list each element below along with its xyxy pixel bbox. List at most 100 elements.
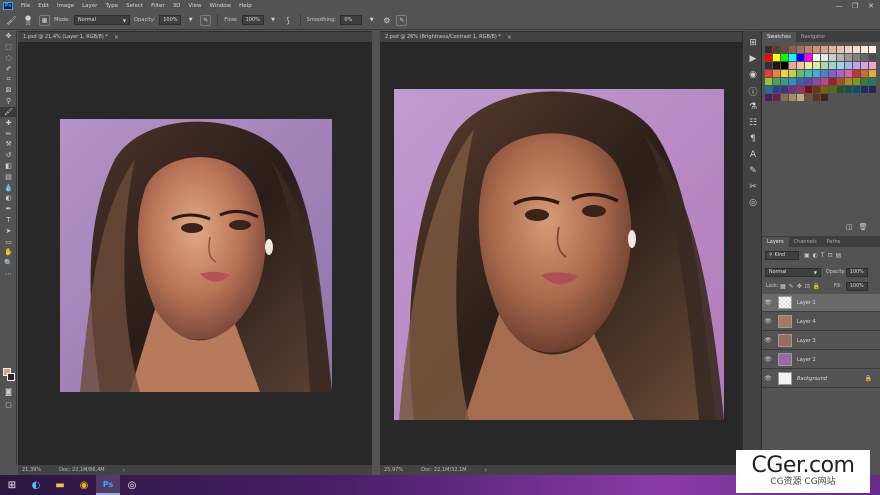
color-swatch[interactable] — [837, 54, 844, 61]
opacity-field[interactable]: 100% — [159, 15, 182, 25]
color-swatch[interactable] — [773, 62, 780, 69]
color-swatch[interactable] — [813, 94, 820, 101]
color-swatch[interactable] — [837, 70, 844, 77]
layer-filter-select[interactable]: ⚲ Kind — [765, 251, 799, 260]
screen-mode-icon[interactable]: ▢ — [0, 400, 17, 411]
close-icon[interactable]: × — [507, 34, 512, 41]
color-swatch[interactable] — [765, 70, 772, 77]
color-swatch[interactable] — [821, 94, 828, 101]
layer-name[interactable]: Layer 2 — [797, 357, 816, 363]
tab-layers[interactable]: Layers — [762, 237, 789, 247]
actions-panel-icon[interactable]: ▶ — [743, 51, 763, 67]
color-swatch[interactable] — [813, 46, 820, 53]
blend-mode-select[interactable]: Normal ▼ — [765, 268, 821, 277]
marquee-tool-icon[interactable]: ⬚ — [0, 42, 17, 53]
color-swatch[interactable] — [821, 86, 828, 93]
trash-icon[interactable]: 🗑 — [859, 223, 868, 231]
gradient-tool-icon[interactable]: ▤ — [0, 171, 17, 182]
color-swatch[interactable] — [861, 70, 868, 77]
color-swatch[interactable] — [789, 94, 796, 101]
gear-icon[interactable]: ⚙ — [381, 15, 392, 26]
menu-filter[interactable]: Filter — [147, 3, 169, 9]
color-swatch[interactable] — [829, 78, 836, 85]
chevron-right-icon[interactable]: › — [485, 467, 487, 474]
color-swatch[interactable] — [845, 62, 852, 69]
color-swatch[interactable] — [869, 62, 876, 69]
new-swatch-icon[interactable]: ◫ — [846, 223, 853, 231]
quick-mask-icon[interactable]: ◙ — [0, 387, 17, 398]
photo-canvas-image[interactable] — [394, 89, 724, 420]
color-swatch[interactable] — [869, 46, 876, 53]
layer-row-layer-4[interactable]: 👁 Layer 4 — [762, 313, 880, 331]
color-swatch[interactable] — [845, 78, 852, 85]
color-swatch[interactable] — [789, 86, 796, 93]
color-swatch[interactable] — [789, 62, 796, 69]
color-swatch[interactable] — [765, 86, 772, 93]
document-tab-2[interactable]: 2.psd @ 26% (Brightness/Contrast 1, RGB/… — [380, 31, 742, 42]
menu-help[interactable]: Help — [235, 3, 256, 9]
eye-icon[interactable]: 👁 — [762, 356, 774, 363]
color-swatch[interactable] — [829, 54, 836, 61]
smoothing-field[interactable]: 0% — [340, 15, 363, 25]
canvas-area-2[interactable] — [380, 42, 742, 465]
layer-row-background[interactable]: 👁 Background 🔒 — [762, 370, 880, 388]
color-swatch[interactable] — [869, 54, 876, 61]
color-swatch[interactable] — [773, 94, 780, 101]
layer-filter-icons[interactable]: ▣◐T⊡▤ — [804, 252, 844, 259]
color-swatch[interactable] — [805, 62, 812, 69]
color-swatch[interactable] — [781, 86, 788, 93]
color-swatch[interactable] — [861, 78, 868, 85]
color-swatch[interactable] — [845, 54, 852, 61]
color-swatch[interactable] — [805, 86, 812, 93]
blur-tool-icon[interactable]: 💧 — [0, 182, 17, 193]
chevron-right-icon[interactable]: › — [123, 467, 125, 474]
dodge-tool-icon[interactable]: ◐ — [0, 193, 17, 204]
mode-select[interactable]: Normal ▼ — [73, 15, 130, 25]
color-swatch[interactable] — [837, 78, 844, 85]
color-swatch[interactable] — [813, 62, 820, 69]
more-tools-icon[interactable]: ⋯ — [0, 269, 17, 280]
color-swatch[interactable] — [869, 86, 876, 93]
flow-field[interactable]: 100% — [241, 15, 264, 25]
color-swatch[interactable] — [805, 54, 812, 61]
color-swatch[interactable] — [797, 46, 804, 53]
color-swatch[interactable] — [861, 62, 868, 69]
color-swatch[interactable] — [821, 46, 828, 53]
crop-tool-icon[interactable]: ⌗ — [0, 74, 17, 85]
tool-presets-panel-icon[interactable]: ✂ — [743, 179, 763, 195]
rectangle-tool-icon[interactable]: ▭ — [0, 236, 17, 247]
color-swatch[interactable] — [853, 46, 860, 53]
brushes-panel-icon[interactable]: ✎ — [743, 163, 763, 179]
color-swatch[interactable] — [789, 70, 796, 77]
close-window-button[interactable]: ✕ — [864, 0, 878, 11]
color-swatch[interactable] — [789, 78, 796, 85]
layer-row-layer-3[interactable]: 👁 Layer 3 — [762, 332, 880, 350]
chevron-down-icon[interactable]: ▼ — [185, 15, 196, 26]
color-swatch[interactable] — [845, 46, 852, 53]
chevron-down-icon[interactable]: ▼ — [366, 15, 377, 26]
color-swatch[interactable] — [765, 62, 772, 69]
color-swatch[interactable] — [829, 62, 836, 69]
brush-tool-icon[interactable]: 🖌 — [0, 106, 17, 118]
quick-select-tool-icon[interactable]: ✐ — [0, 63, 17, 74]
color-swatch[interactable] — [869, 78, 876, 85]
zoom-level[interactable]: 21,39% — [22, 467, 41, 473]
color-swatch[interactable] — [821, 62, 828, 69]
color-swatch[interactable] — [805, 94, 812, 101]
color-swatch[interactable] — [853, 62, 860, 69]
tab-swatches[interactable]: Swatches — [762, 32, 796, 42]
windows-start-icon[interactable]: ⊞ — [0, 475, 24, 495]
color-swatch[interactable] — [853, 78, 860, 85]
tab-paths[interactable]: Paths — [822, 237, 846, 247]
zoom-level[interactable]: 25,97% — [384, 467, 403, 473]
color-swatch[interactable] — [781, 54, 788, 61]
eye-icon[interactable]: 👁 — [762, 337, 774, 344]
color-swatch[interactable] — [853, 70, 860, 77]
layer-name[interactable]: Layer 1 — [797, 300, 816, 306]
color-swatch[interactable] — [765, 78, 772, 85]
chevron-down-icon[interactable]: ▼ — [268, 15, 279, 26]
color-swatch[interactable] — [773, 78, 780, 85]
color-swatch[interactable] — [781, 70, 788, 77]
menu-3d[interactable]: 3D — [169, 3, 185, 9]
history-panel-icon[interactable]: ⊞ — [743, 35, 763, 51]
